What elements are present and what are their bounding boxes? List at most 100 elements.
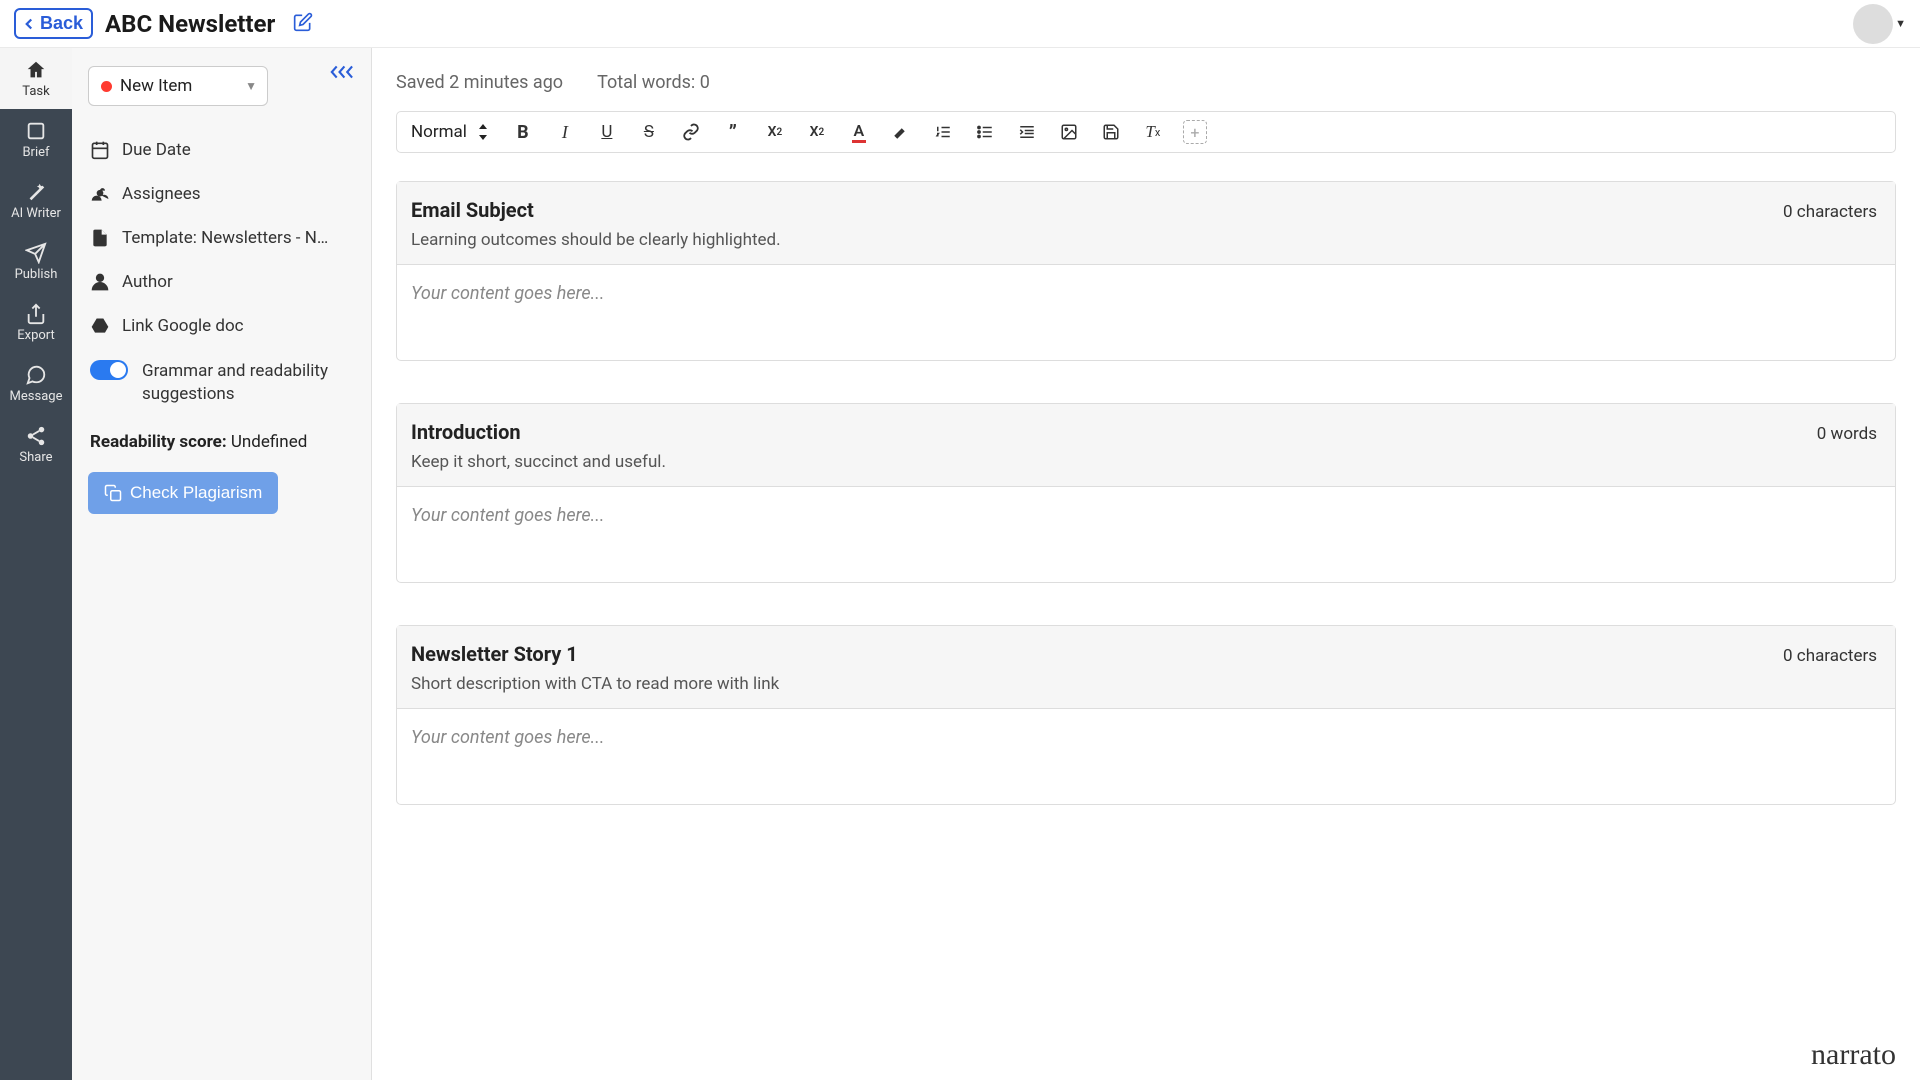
blockquote-button[interactable]: ” — [721, 120, 745, 144]
ul-icon — [976, 123, 994, 141]
indent-button[interactable] — [1015, 120, 1039, 144]
save-button[interactable] — [1099, 120, 1123, 144]
plagiarism-label: Check Plagiarism — [130, 483, 262, 503]
rail-export[interactable]: Export — [0, 292, 72, 353]
block-title: Email Subject — [411, 198, 534, 222]
italic-button[interactable]: I — [553, 120, 577, 144]
check-plagiarism-button[interactable]: Check Plagiarism — [88, 472, 278, 514]
bold-button[interactable]: B — [511, 120, 535, 144]
author-label: Author — [122, 272, 173, 292]
strikethrough-button[interactable]: S — [637, 120, 661, 144]
readability-value: Undefined — [231, 432, 307, 452]
status-value: New Item — [120, 76, 192, 96]
grammar-toggle-row: Grammar and readability suggestions — [88, 348, 355, 418]
image-icon — [1060, 123, 1078, 141]
editor-toolbar: Normal B I U S ” X2 X2 A Tx + — [396, 111, 1896, 153]
caret-down-icon: ▼ — [1895, 17, 1906, 30]
block-header: Newsletter Story 1 0 characters Short de… — [397, 626, 1895, 709]
rail-label: Share — [19, 450, 52, 465]
clear-format-button[interactable]: Tx — [1141, 120, 1165, 144]
readability-score: Readability score: Undefined — [88, 418, 355, 472]
rail-share[interactable]: Share — [0, 414, 72, 475]
topbar-left: Back ABC Newsletter — [14, 8, 313, 39]
rail-message[interactable]: Message — [0, 353, 72, 414]
note-icon — [25, 120, 47, 142]
chevron-left-icon — [20, 15, 38, 33]
indent-icon — [1018, 123, 1036, 141]
block-header: Introduction 0 words Keep it short, succ… — [397, 404, 1895, 487]
link-button[interactable] — [679, 120, 703, 144]
content-block: Email Subject 0 characters Learning outc… — [396, 181, 1896, 361]
content-input[interactable]: Your content goes here... — [397, 265, 1895, 360]
template-button[interactable]: Template: Newsletters - New... — [88, 216, 355, 260]
grammar-toggle-label: Grammar and readability suggestions — [142, 360, 353, 406]
side-panel: New Item ▼ Due Date Assignees Template: … — [72, 48, 372, 1080]
superscript-button[interactable]: X2 — [805, 120, 829, 144]
rail-publish[interactable]: Publish — [0, 231, 72, 292]
google-drive-icon — [90, 316, 110, 336]
subscript-button[interactable]: X2 — [763, 120, 787, 144]
rail-brief[interactable]: Brief — [0, 109, 72, 170]
link-icon — [682, 123, 700, 141]
saved-status: Saved 2 minutes ago — [396, 72, 563, 93]
content-input[interactable]: Your content goes here... — [397, 709, 1895, 804]
collapse-panel-icon[interactable] — [329, 62, 357, 86]
home-icon — [25, 59, 47, 81]
user-menu[interactable]: ▼ — [1853, 4, 1906, 44]
underline-button[interactable]: U — [595, 120, 619, 144]
due-date-button[interactable]: Due Date — [88, 128, 355, 172]
editor-area: Saved 2 minutes ago Total words: 0 Norma… — [372, 48, 1920, 1080]
rail-label: Message — [10, 389, 63, 404]
content-block: Introduction 0 words Keep it short, succ… — [396, 403, 1896, 583]
block-count: 0 characters — [1783, 202, 1877, 222]
highlight-icon — [892, 123, 910, 141]
assignees-button[interactable]: Assignees — [88, 172, 355, 216]
avatar — [1853, 4, 1893, 44]
calendar-icon — [90, 140, 110, 160]
ol-icon — [934, 123, 952, 141]
rail-label: Task — [22, 84, 49, 99]
share-icon — [25, 425, 47, 447]
format-value: Normal — [411, 122, 467, 142]
paper-plane-icon — [25, 242, 47, 264]
rail-label: AI Writer — [11, 206, 61, 221]
sort-icon — [477, 124, 489, 140]
highlight-button[interactable] — [889, 120, 913, 144]
rail-ai-writer[interactable]: AI Writer — [0, 170, 72, 231]
back-button[interactable]: Back — [14, 8, 93, 39]
content-block: Newsletter Story 1 0 characters Short de… — [396, 625, 1896, 805]
ordered-list-button[interactable] — [931, 120, 955, 144]
editor-status-bar: Saved 2 minutes ago Total words: 0 — [396, 72, 1896, 93]
grammar-toggle[interactable] — [90, 360, 128, 380]
rail-task[interactable]: Task — [0, 48, 72, 109]
block-hint: Keep it short, succinct and useful. — [411, 452, 1877, 472]
due-date-label: Due Date — [122, 140, 191, 160]
back-label: Back — [40, 13, 83, 34]
block-hint: Learning outcomes should be clearly high… — [411, 230, 1877, 250]
block-count: 0 characters — [1783, 646, 1877, 666]
total-words: Total words: 0 — [597, 72, 710, 93]
author-button[interactable]: Author — [88, 260, 355, 304]
block-header: Email Subject 0 characters Learning outc… — [397, 182, 1895, 265]
status-select[interactable]: New Item ▼ — [88, 66, 268, 106]
unordered-list-button[interactable] — [973, 120, 997, 144]
file-icon — [90, 228, 110, 248]
image-button[interactable] — [1057, 120, 1081, 144]
users-icon — [90, 184, 110, 204]
topbar: Back ABC Newsletter ▼ — [0, 0, 1920, 48]
template-label: Template: Newsletters - New... — [122, 228, 332, 248]
text-color-button[interactable]: A — [847, 120, 871, 144]
edit-title-icon[interactable] — [293, 12, 313, 36]
format-select[interactable]: Normal — [407, 120, 493, 144]
rail-label: Export — [17, 328, 55, 343]
block-title: Newsletter Story 1 — [411, 642, 578, 666]
block-title: Introduction — [411, 420, 521, 444]
link-gdoc-button[interactable]: Link Google doc — [88, 304, 355, 348]
add-comment-button[interactable]: + — [1183, 120, 1207, 144]
page-title: ABC Newsletter — [105, 10, 275, 38]
content-input[interactable]: Your content goes here... — [397, 487, 1895, 582]
block-hint: Short description with CTA to read more … — [411, 674, 1877, 694]
gdoc-label: Link Google doc — [122, 316, 244, 336]
assignees-label: Assignees — [122, 184, 201, 204]
export-icon — [25, 303, 47, 325]
